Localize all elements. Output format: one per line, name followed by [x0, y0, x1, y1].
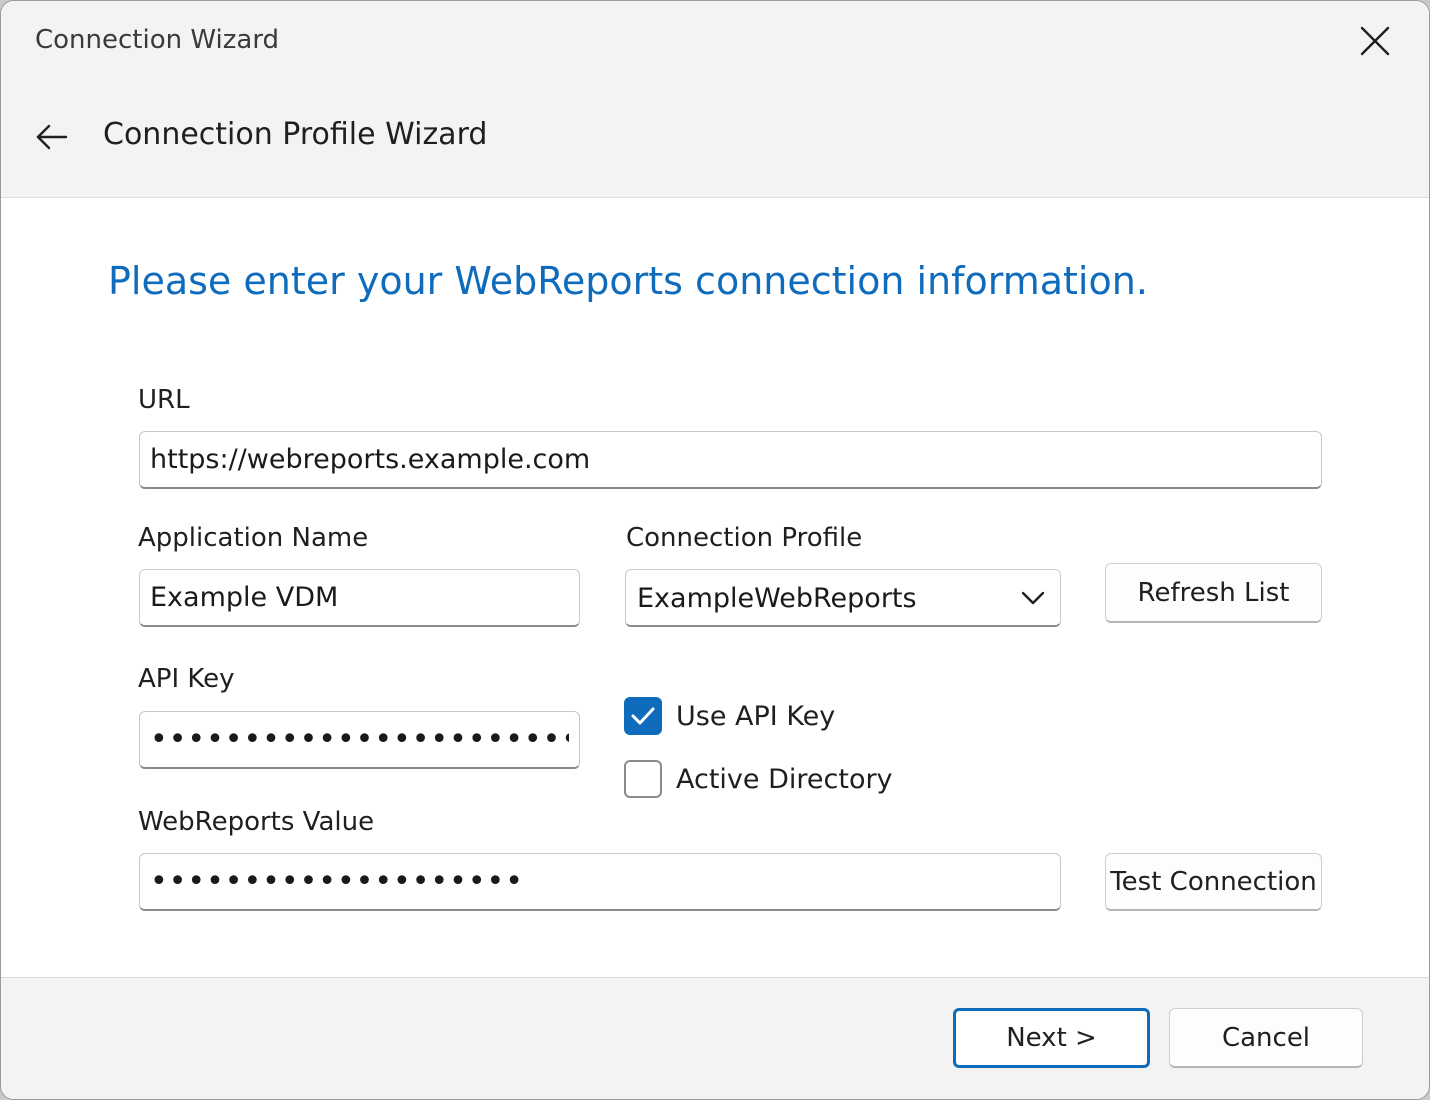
connection-profile-selected: ExampleWebReports: [637, 583, 917, 614]
checkmark-icon: [631, 707, 655, 725]
url-input[interactable]: [139, 431, 1322, 489]
arrow-left-icon: [36, 124, 68, 150]
api-key-label: API Key: [138, 664, 235, 694]
close-button[interactable]: [1349, 15, 1401, 67]
refresh-list-button[interactable]: Refresh List: [1105, 563, 1322, 623]
active-directory-checkbox[interactable]: [624, 760, 662, 798]
connection-wizard-window: Connection Wizard Connection Profile Wiz…: [0, 0, 1430, 1100]
connection-profile-dropdown[interactable]: ExampleWebReports: [625, 569, 1061, 627]
api-key-input[interactable]: [139, 711, 580, 769]
application-name-label: Application Name: [138, 523, 369, 553]
next-button[interactable]: Next >: [953, 1008, 1150, 1068]
use-api-key-checkbox-row[interactable]: Use API Key: [624, 697, 835, 735]
back-button[interactable]: [29, 111, 75, 163]
close-icon: [1360, 26, 1390, 56]
use-api-key-label: Use API Key: [676, 700, 836, 732]
footer-bar: Next > Cancel: [1, 977, 1429, 1099]
wizard-title: Connection Profile Wizard: [103, 117, 488, 152]
test-connection-button[interactable]: Test Connection: [1105, 853, 1322, 911]
connection-profile-label: Connection Profile: [626, 523, 863, 553]
webreports-value-label: WebReports Value: [138, 807, 375, 837]
instruction-heading: Please enter your WebReports connection …: [108, 259, 1148, 303]
application-name-input[interactable]: [139, 569, 580, 627]
window-title: Connection Wizard: [35, 25, 280, 55]
chevron-down-icon: [1021, 591, 1045, 605]
cancel-button[interactable]: Cancel: [1169, 1008, 1363, 1068]
url-label: URL: [138, 385, 190, 415]
active-directory-label: Active Directory: [676, 763, 893, 795]
active-directory-checkbox-row[interactable]: Active Directory: [624, 760, 893, 798]
title-bar: Connection Wizard Connection Profile Wiz…: [1, 1, 1429, 198]
use-api-key-checkbox[interactable]: [624, 697, 662, 735]
webreports-value-input[interactable]: [139, 853, 1061, 911]
